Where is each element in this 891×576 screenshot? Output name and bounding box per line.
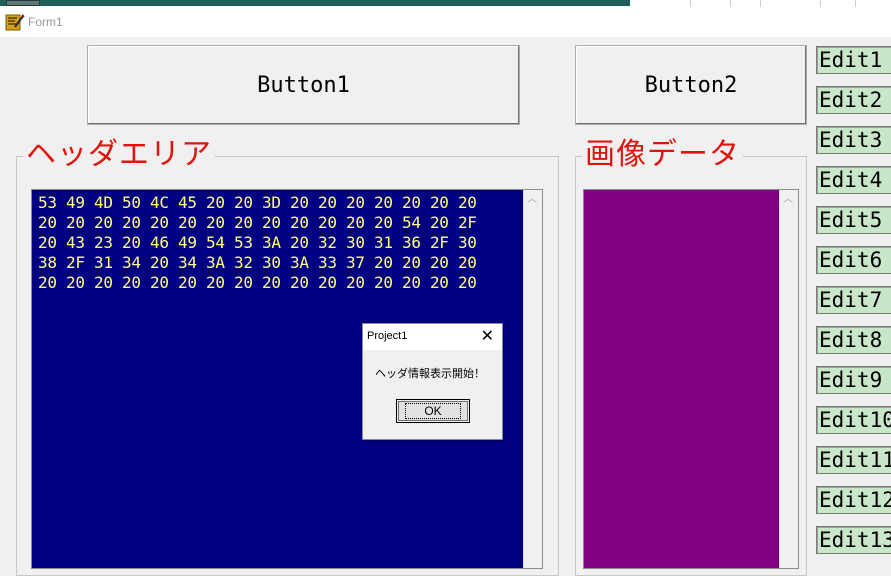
edit12-field[interactable]: Edit12 bbox=[816, 486, 891, 514]
dialog-title: Project1 bbox=[367, 330, 408, 342]
title-bar[interactable]: Form1 bbox=[0, 8, 891, 37]
ok-button-label: OK bbox=[405, 403, 461, 419]
edit11-field[interactable]: Edit11 bbox=[816, 446, 891, 474]
edit4-field[interactable]: Edit4 bbox=[816, 166, 891, 194]
edit5-field[interactable]: Edit5 bbox=[816, 206, 891, 234]
image-data-caption: 画像データ bbox=[582, 138, 743, 172]
background-toolbar-item bbox=[690, 0, 703, 7]
edit7-field[interactable]: Edit7 bbox=[816, 286, 891, 314]
edit2-field[interactable]: Edit2 bbox=[816, 86, 891, 114]
button2[interactable]: Button2 bbox=[575, 45, 807, 125]
header-area-caption: ヘッダエリア bbox=[23, 138, 215, 172]
hex-lines: 53 49 4D 50 4C 45 20 20 3D 20 20 20 20 2… bbox=[38, 193, 477, 293]
edit8-field[interactable]: Edit8 bbox=[816, 326, 891, 354]
ok-button[interactable]: OK bbox=[396, 399, 470, 423]
edit9-field[interactable]: Edit9 bbox=[816, 366, 891, 394]
hex-memo-scrollbar[interactable]: ︿ bbox=[523, 190, 542, 568]
image-data-panel[interactable]: ︿ bbox=[583, 189, 799, 569]
window-title: Form1 bbox=[28, 15, 63, 29]
image-data-fill bbox=[584, 190, 781, 568]
hex-line: 20 43 23 20 46 49 54 53 3A 20 32 30 31 3… bbox=[38, 233, 477, 252]
background-toolbar-item bbox=[730, 0, 743, 7]
scroll-up-arrow-icon[interactable]: ︿ bbox=[783, 195, 793, 205]
edit1-field[interactable]: Edit1 bbox=[816, 46, 891, 74]
button1[interactable]: Button1 bbox=[87, 45, 520, 125]
hex-line: 38 2F 31 34 20 34 3A 32 30 3A 33 37 20 2… bbox=[38, 253, 477, 272]
image-panel-scrollbar[interactable]: ︿ bbox=[779, 190, 798, 568]
close-icon[interactable]: ✕ bbox=[481, 327, 494, 345]
background-app-bar bbox=[0, 0, 630, 6]
background-toolbar-item bbox=[855, 0, 868, 7]
scroll-up-arrow-icon[interactable]: ︿ bbox=[527, 195, 537, 205]
edit10-field[interactable]: Edit10 bbox=[816, 406, 891, 434]
dialog-message: ヘッダ情報表示開始！ bbox=[375, 367, 485, 380]
hex-line: 20 20 20 20 20 20 20 20 20 20 20 20 20 5… bbox=[38, 213, 477, 232]
background-toolbar-item bbox=[820, 0, 833, 7]
background-toolbar-item bbox=[760, 0, 773, 7]
message-dialog[interactable]: Project1 ✕ ヘッダ情報表示開始！ OK bbox=[362, 323, 503, 440]
hex-line: 53 49 4D 50 4C 45 20 20 3D 20 20 20 20 2… bbox=[38, 193, 477, 212]
delphi-app-icon bbox=[5, 14, 25, 31]
edit3-field[interactable]: Edit3 bbox=[816, 126, 891, 154]
background-app-strip bbox=[0, 0, 891, 8]
hex-line: 20 20 20 20 20 20 20 20 20 20 20 20 20 2… bbox=[38, 273, 477, 292]
edit13-field[interactable]: Edit13 bbox=[816, 526, 891, 554]
dialog-title-bar[interactable]: Project1 ✕ bbox=[363, 324, 502, 350]
background-app-icon bbox=[6, 0, 40, 6]
edit6-field[interactable]: Edit6 bbox=[816, 246, 891, 274]
